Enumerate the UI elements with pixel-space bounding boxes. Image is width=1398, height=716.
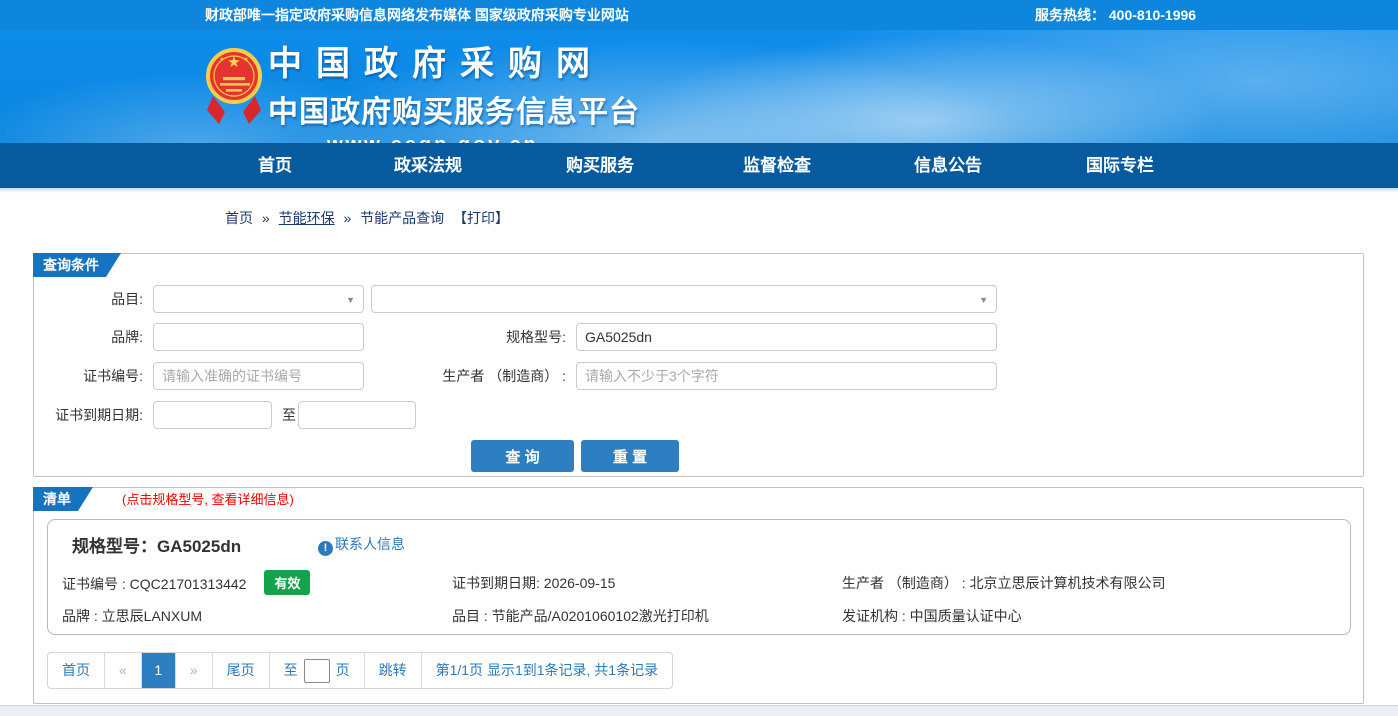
top-bar: 财政部唯一指定政府采购信息网络发布媒体 国家级政府采购专业网站 服务热线： 40… [0, 0, 1398, 30]
info-icon: ! [318, 541, 333, 556]
svg-text:★: ★ [219, 56, 224, 63]
brand-cell: 品牌 : 立思辰LANXUM [62, 606, 202, 626]
category-select-2[interactable]: ▼ [371, 285, 997, 313]
brand-field-label: 品牌 : [62, 608, 102, 624]
nav-item-supervision[interactable]: 监督检查 [717, 143, 837, 188]
status-badge: 有效 [264, 570, 311, 595]
query-panel-tab: 查询条件 [33, 253, 121, 277]
model-input[interactable] [576, 323, 997, 351]
site-slogan: 财政部唯一指定政府采购信息网络发布媒体 国家级政府采购专业网站 [205, 7, 629, 23]
date-range-to-label: 至 [282, 407, 296, 423]
breadcrumb: 首页 » 节能环保 » 节能产品查询 【打印】 [225, 208, 514, 228]
breadcrumb-separator: » [261, 210, 270, 226]
goto-prefix-label: 至 [283, 662, 298, 678]
brand-label: 品牌: [111, 329, 143, 345]
nav-item-home[interactable]: 首页 [215, 143, 335, 188]
breadcrumb-separator: » [343, 210, 352, 226]
pagination-next[interactable]: » [176, 653, 213, 688]
list-hint: (点击规格型号, 查看详细信息) [122, 492, 294, 507]
category-field-value: 节能产品/A0201060102激光打印机 [491, 608, 709, 624]
chevron-down-icon: ▼ [346, 295, 355, 305]
list-panel: 清单 (点击规格型号, 查看详细信息) 规格型号：GA5025dn ! 联系人信息… [33, 487, 1364, 704]
contact-info-label: 联系人信息 [335, 536, 405, 552]
cert-no-field-label: 证书编号 : [62, 576, 130, 592]
site-subtitle: 中国政府购买服务信息平台 [268, 96, 640, 129]
category-select-1[interactable]: ▼ [153, 285, 364, 313]
result-model-label: 规格型号： [72, 537, 157, 556]
issuer-field-label: 发证机构 : [842, 608, 910, 624]
site-title: 中国政府采购网 [268, 45, 604, 83]
list-panel-tab: 清单 [33, 487, 93, 511]
pagination-jump-button[interactable]: 跳转 [365, 653, 422, 688]
nav-item-purchase-services[interactable]: 购买服务 [540, 143, 660, 188]
search-button[interactable]: 查 询 [471, 440, 574, 472]
goto-page-input[interactable] [303, 658, 330, 683]
expiry-date-label: 证书到期日期: [55, 407, 143, 423]
breadcrumb-current: 节能产品查询 [360, 210, 445, 226]
expiry-start-input[interactable] [153, 401, 272, 429]
pagination-prev[interactable]: « [105, 653, 142, 688]
expiry-end-input[interactable] [298, 401, 416, 429]
brand-input[interactable] [153, 323, 364, 351]
goto-suffix-label: 页 [335, 662, 350, 678]
result-title: 规格型号：GA5025dn [72, 532, 241, 557]
pagination-goto: 至 页 [270, 653, 365, 688]
pagination: 首页 « 1 » 尾页 至 页 跳转 第1/1页 显示1到1条记录, 共1条记录 [47, 652, 674, 689]
manufacturer-cell: 生产者 （制造商） : 北京立思辰计算机技术有限公司 [842, 573, 1166, 593]
expiry-field-value: 2026-09-15 [543, 575, 616, 591]
issuer-field-value: 中国质量认证中心 [909, 608, 1022, 624]
print-link[interactable]: 【打印】 [453, 210, 509, 226]
category-field-label: 品目 : [452, 608, 492, 624]
breadcrumb-section[interactable]: 节能环保 [279, 210, 335, 226]
result-card: 规格型号：GA5025dn ! 联系人信息 证书编号 : CQC217013134… [47, 519, 1351, 635]
manufacturer-field-label: 生产者 （制造商） : [842, 575, 970, 591]
manufacturer-label: 生产者 （制造商） : [442, 368, 566, 384]
national-emblem-logo: ★ ★ ★ [206, 48, 262, 124]
banner-text: 中国政府采购网 中国政府购买服务信息平台 www.ccgp.gov.cn [268, 36, 640, 157]
pagination-first[interactable]: 首页 [48, 653, 105, 688]
site-banner: ★ ★ ★ 中国政府采购网 中国政府购买服务信息平台 www.ccgp.gov.… [0, 30, 1398, 156]
main-nav: 首页 政采法规 购买服务 监督检查 信息公告 国际专栏 [0, 143, 1398, 193]
cert-no-cell: 证书编号 : CQC21701313442 有效 [62, 570, 311, 595]
breadcrumb-home[interactable]: 首页 [225, 210, 253, 226]
result-model-value[interactable]: GA5025dn [157, 537, 241, 556]
manufacturer-input[interactable] [576, 362, 997, 390]
cert-no-label: 证书编号: [83, 368, 143, 384]
expiry-field-label: 证书到期日期: [452, 575, 544, 591]
service-hotline: 服务热线： 400-810-1996 [1035, 0, 1196, 30]
chevron-down-icon: ▼ [979, 295, 988, 305]
pagination-last[interactable]: 尾页 [213, 653, 270, 688]
manufacturer-field-value: 北京立思辰计算机技术有限公司 [969, 575, 1166, 591]
model-label: 规格型号: [506, 329, 566, 345]
reset-button[interactable]: 重 置 [581, 440, 679, 472]
contact-info-link[interactable]: ! 联系人信息 [318, 534, 405, 556]
expiry-cell: 证书到期日期: 2026-09-15 [452, 573, 615, 593]
hotline-label: 服务热线： [1035, 7, 1105, 23]
issuer-cell: 发证机构 : 中国质量认证中心 [842, 606, 1022, 626]
cert-no-field-value: CQC21701313442 [129, 576, 247, 592]
footer-strip [0, 705, 1398, 716]
nav-item-announcements[interactable]: 信息公告 [888, 143, 1008, 188]
nav-item-regulations[interactable]: 政采法规 [368, 143, 488, 188]
svg-text:★: ★ [227, 54, 240, 71]
pagination-page-1[interactable]: 1 [141, 653, 176, 688]
query-panel: 查询条件 品目: ▼ ▼ 品牌: 规格型号: 证书编号: 生产者 （制造商） :… [33, 253, 1364, 477]
category-cell: 品目 : 节能产品/A0201060102激光打印机 [452, 606, 709, 626]
hotline-number: 400-810-1996 [1108, 7, 1197, 23]
svg-text:★: ★ [243, 56, 248, 63]
cert-no-input[interactable] [153, 362, 364, 390]
nav-item-international[interactable]: 国际专栏 [1060, 143, 1180, 188]
category-label: 品目: [111, 291, 143, 307]
pagination-summary: 第1/1页 显示1到1条记录, 共1条记录 [435, 662, 659, 678]
brand-field-value: 立思辰LANXUM [101, 608, 203, 624]
